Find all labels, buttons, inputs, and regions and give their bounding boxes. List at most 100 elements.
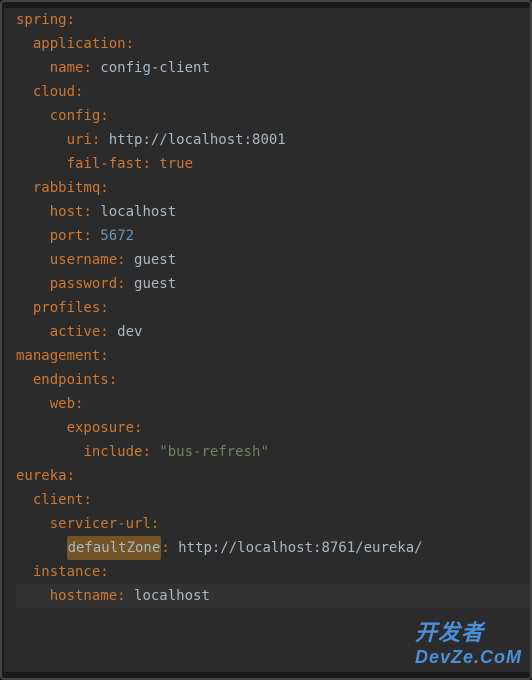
code-line[interactable]: spring: [16, 8, 530, 32]
code-line[interactable]: port: 5672 [16, 224, 530, 248]
code-line[interactable]: username: guest [16, 248, 530, 272]
indent [16, 152, 67, 176]
yaml-key: host [50, 200, 84, 224]
code-line[interactable]: config: [16, 104, 530, 128]
indent [16, 560, 33, 584]
code-line[interactable]: fail-fast: true [16, 152, 530, 176]
yaml-key: exposure [67, 416, 134, 440]
colon: : [83, 200, 100, 224]
indent [16, 440, 83, 464]
indent [16, 368, 33, 392]
code-line[interactable]: eureka: [16, 464, 530, 488]
indent [16, 176, 33, 200]
code-line[interactable]: active: dev [16, 320, 530, 344]
code-line[interactable]: endpoints: [16, 368, 530, 392]
code-line[interactable]: uri: http://localhost:8001 [16, 128, 530, 152]
code-line[interactable]: profiles: [16, 296, 530, 320]
colon: : [161, 536, 178, 560]
yaml-key: application [33, 32, 126, 56]
colon: : [75, 80, 83, 104]
indent [16, 416, 67, 440]
yaml-value: http://localhost:8761/eureka/ [178, 536, 422, 560]
colon: : [126, 32, 134, 56]
yaml-value: config-client [100, 56, 210, 80]
watermark: 开发者 DevZe.CoM [415, 615, 522, 668]
yaml-key: management [16, 344, 100, 368]
colon: : [67, 8, 75, 32]
yaml-key: username [50, 248, 117, 272]
indent [16, 248, 50, 272]
yaml-key: spring [16, 8, 67, 32]
watermark-text-cn: 开发者 [415, 615, 522, 647]
colon: : [100, 176, 108, 200]
yaml-value: "bus-refresh" [159, 440, 269, 464]
code-line[interactable]: name: config-client [16, 56, 530, 80]
colon: : [100, 296, 108, 320]
indent [16, 32, 33, 56]
yaml-value: guest [134, 248, 176, 272]
code-line[interactable]: management: [16, 344, 530, 368]
indent [16, 392, 50, 416]
yaml-key: instance [33, 560, 100, 584]
watermark-text-en: DevZe.CoM [415, 647, 522, 668]
code-line[interactable]: defaultZone: http://localhost:8761/eurek… [16, 536, 530, 560]
indent [16, 80, 33, 104]
yaml-key-warning: defaultZone [67, 536, 162, 560]
code-line[interactable]: application: [16, 32, 530, 56]
yaml-key: config [50, 104, 101, 128]
code-line-active[interactable]: hostname: localhost [16, 584, 530, 608]
colon: : [117, 584, 134, 608]
yaml-key: cloud [33, 80, 75, 104]
yaml-value: dev [117, 320, 142, 344]
yaml-key: rabbitmq [33, 176, 100, 200]
colon: : [100, 560, 108, 584]
colon: : [100, 344, 108, 368]
yaml-value: localhost [100, 200, 176, 224]
indent [16, 296, 33, 320]
yaml-key: endpoints [33, 368, 109, 392]
yaml-value: localhost [134, 584, 210, 608]
yaml-key: name [50, 56, 84, 80]
colon: : [83, 224, 100, 248]
code-line[interactable]: exposure: [16, 416, 530, 440]
indent [16, 200, 50, 224]
code-line[interactable]: cloud: [16, 80, 530, 104]
code-line[interactable]: host: localhost [16, 200, 530, 224]
colon: : [151, 512, 159, 536]
indent [16, 320, 50, 344]
colon: : [83, 56, 100, 80]
colon: : [100, 104, 108, 128]
code-line[interactable]: servicer-url: [16, 512, 530, 536]
yaml-value: 5672 [100, 224, 134, 248]
code-line[interactable]: web: [16, 392, 530, 416]
yaml-value: true [159, 152, 193, 176]
colon: : [142, 152, 159, 176]
code-line[interactable]: instance: [16, 560, 530, 584]
indent [16, 536, 67, 560]
colon: : [117, 272, 134, 296]
yaml-key: client [33, 488, 84, 512]
colon: : [134, 416, 142, 440]
code-line[interactable]: rabbitmq: [16, 176, 530, 200]
yaml-key: servicer-url [50, 512, 151, 536]
yaml-key: eureka [16, 464, 67, 488]
indent [16, 104, 50, 128]
colon: : [142, 440, 159, 464]
code-line[interactable]: include: "bus-refresh" [16, 440, 530, 464]
code-line[interactable]: client: [16, 488, 530, 512]
yaml-key: fail-fast [67, 152, 143, 176]
indent [16, 584, 50, 608]
indent [16, 272, 50, 296]
yaml-value: guest [134, 272, 176, 296]
colon: : [117, 248, 134, 272]
colon: : [100, 320, 117, 344]
code-editor[interactable]: spring: application: name: config-client… [4, 8, 530, 672]
yaml-key: password [50, 272, 117, 296]
yaml-key: active [50, 320, 101, 344]
yaml-key: profiles [33, 296, 100, 320]
yaml-key: include [83, 440, 142, 464]
yaml-key: hostname [50, 584, 117, 608]
colon: : [109, 368, 117, 392]
indent [16, 512, 50, 536]
code-line[interactable]: password: guest [16, 272, 530, 296]
